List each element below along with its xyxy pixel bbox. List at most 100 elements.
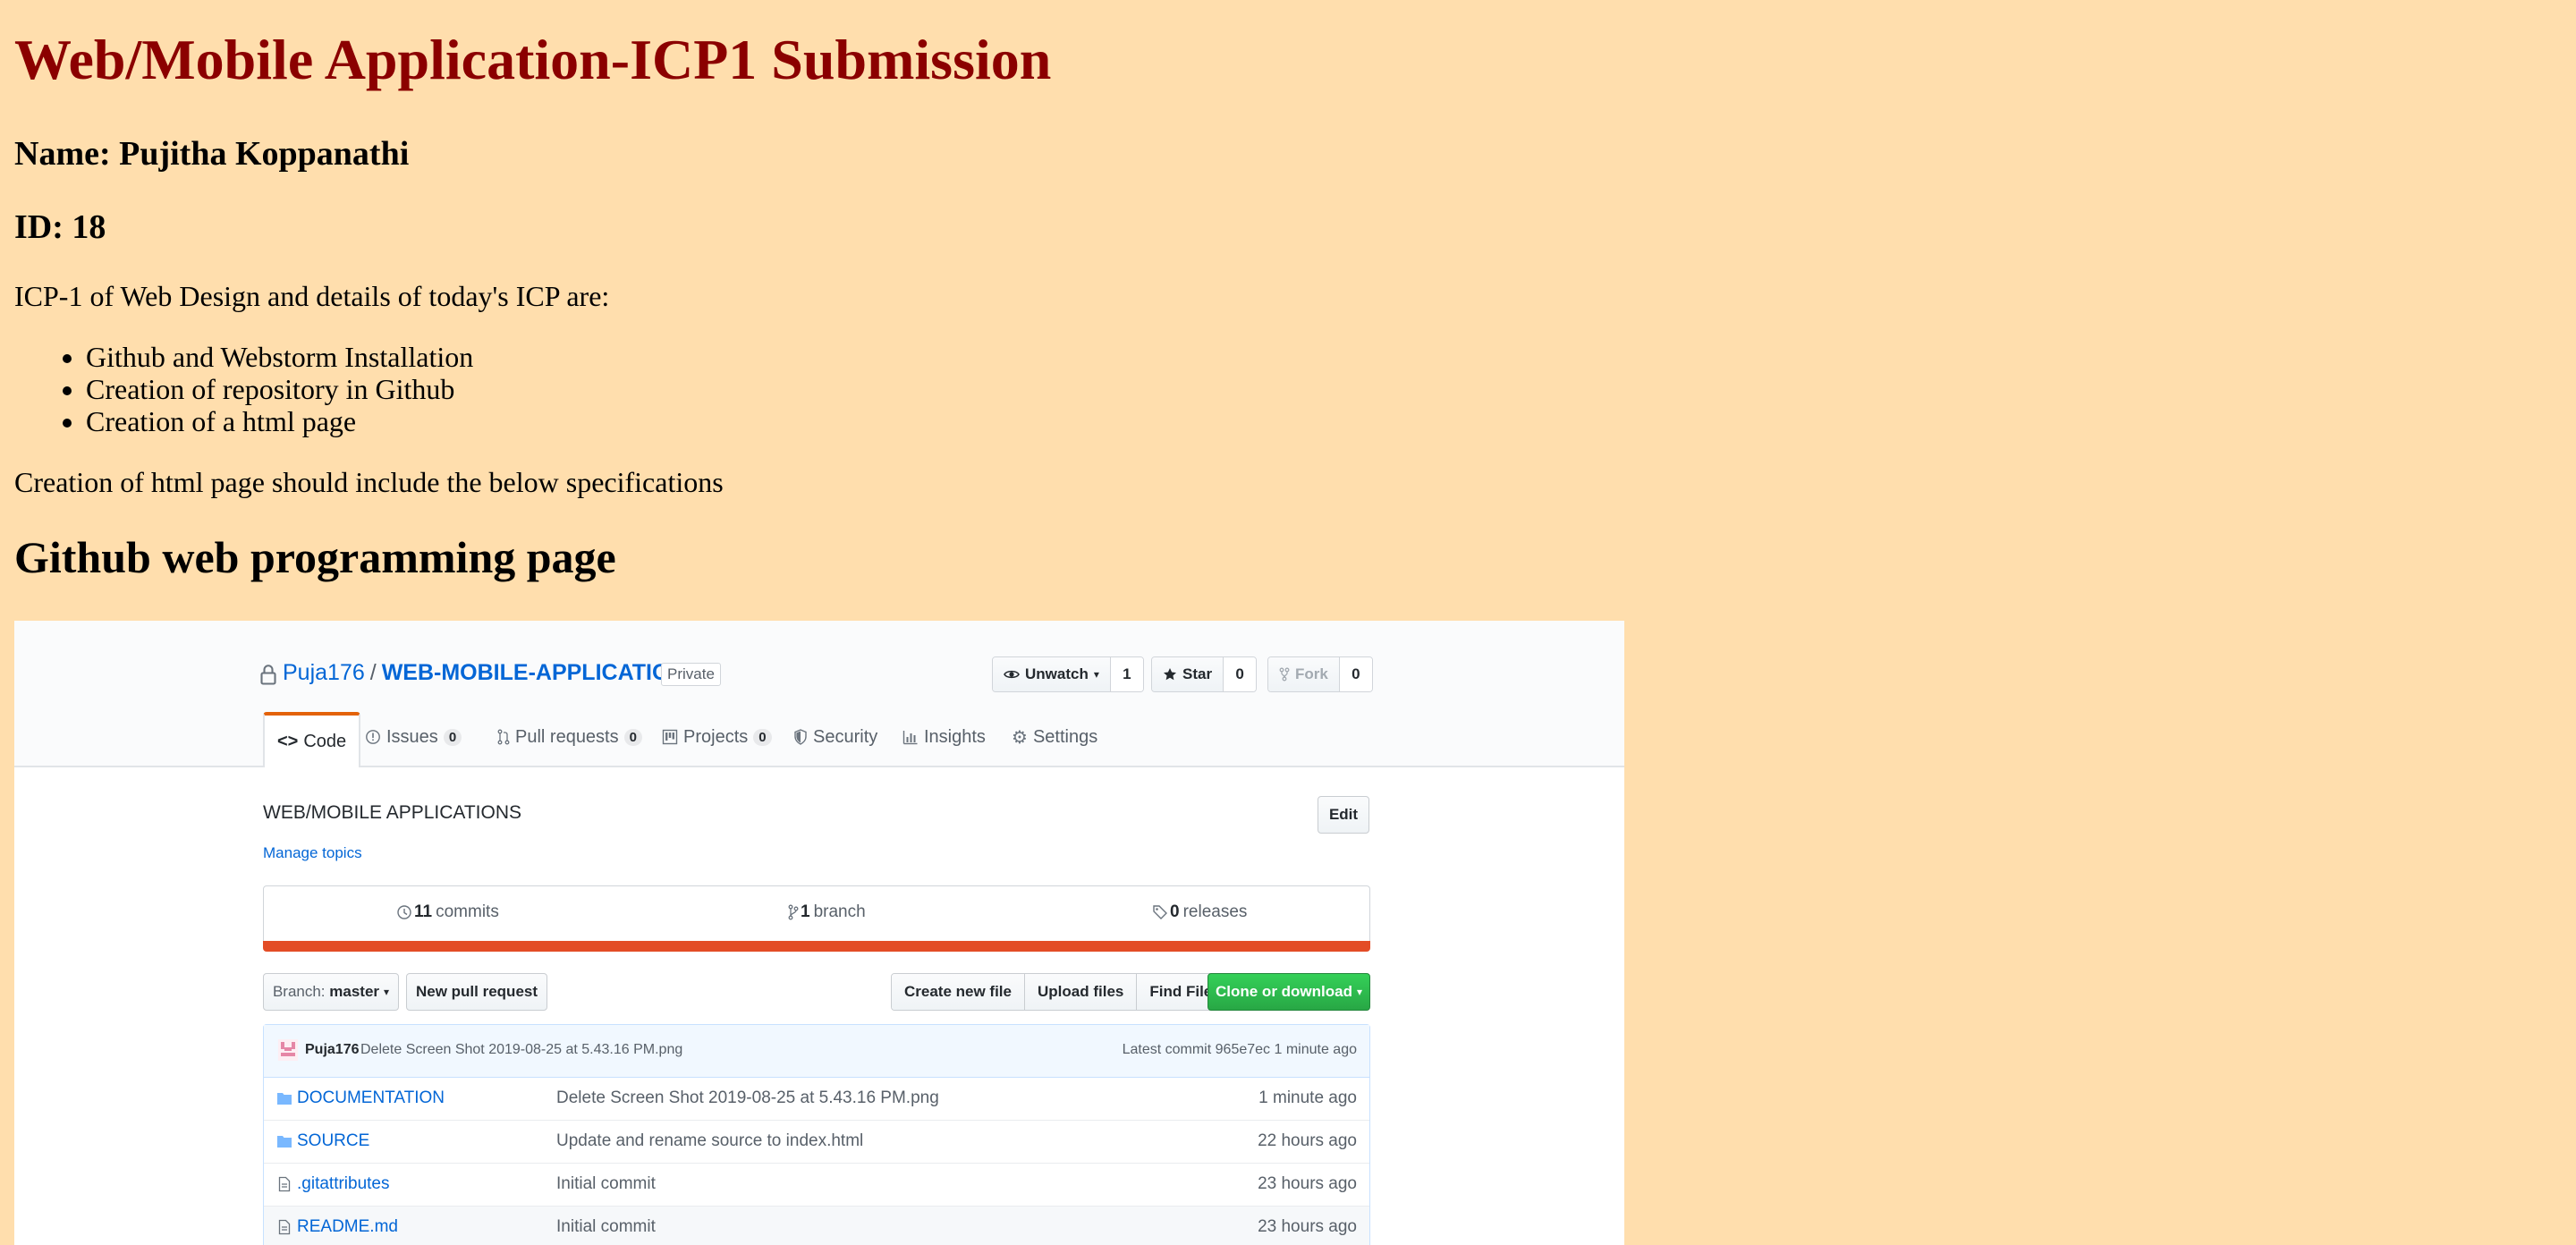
commit-author-link[interactable]: Puja176 <box>305 1042 359 1058</box>
edit-button[interactable]: Edit <box>1318 796 1369 834</box>
code-icon: <> <box>277 731 299 751</box>
fork-count[interactable]: 0 <box>1339 657 1372 691</box>
list-item: Creation of repository in Github <box>86 373 473 405</box>
graph-icon <box>902 731 918 745</box>
language-bar[interactable] <box>263 941 1370 952</box>
tab-settings[interactable]: ⚙ Settings <box>1012 710 1097 764</box>
commits-link[interactable]: 11 commits <box>396 902 499 922</box>
table-row[interactable]: SOURCE Update and rename source to index… <box>264 1121 1369 1164</box>
github-section-heading: Github web programming page <box>14 532 616 582</box>
student-name: Name: Pujitha Koppanathi <box>14 135 410 173</box>
table-row[interactable]: README.md Initial commit 23 hours ago <box>264 1207 1369 1245</box>
table-row[interactable]: DOCUMENTATION Delete Screen Shot 2019-08… <box>264 1078 1369 1121</box>
repo-name-link[interactable]: WEB-MOBILE-APPLICATIONS <box>382 660 700 685</box>
file-actions-group: Create new file Upload files Find File <box>891 973 1226 1011</box>
new-pull-request-button[interactable]: New pull request <box>406 973 547 1011</box>
intro-paragraph: ICP-1 of Web Design and details of today… <box>14 280 610 312</box>
tab-label: Security <box>813 726 878 747</box>
table-row[interactable]: .gitattributes Initial commit 23 hours a… <box>264 1164 1369 1207</box>
file-age: 23 hours ago <box>1258 1217 1357 1236</box>
tab-issues[interactable]: Issues 0 <box>365 710 462 764</box>
branch-icon <box>788 904 799 920</box>
commits-label: commits <box>436 902 499 921</box>
tab-pull-requests[interactable]: Pull requests 0 <box>497 710 642 764</box>
tab-code[interactable]: <> Code <box>263 712 361 767</box>
tab-security[interactable]: Security <box>793 710 877 764</box>
caret-down-icon: ▾ <box>1356 986 1363 998</box>
project-icon <box>662 729 678 745</box>
star-count[interactable]: 0 <box>1224 657 1257 691</box>
tab-label: Pull requests <box>515 726 619 747</box>
repo-owner-link[interactable]: Puja176 <box>283 660 365 685</box>
icp-task-list: Github and Webstorm Installation Creatio… <box>86 341 473 437</box>
tab-label: Projects <box>683 726 749 747</box>
watch-button[interactable]: Unwatch ▾ <box>993 657 1111 691</box>
file-commit-message[interactable]: Update and rename source to index.html <box>556 1131 863 1151</box>
file-icon <box>278 1219 291 1235</box>
repo-summary: 11 commits 1 branch 0 releases <box>263 885 1370 944</box>
github-screenshot: Puja176/WEB-MOBILE-APPLICATIONS Private … <box>14 621 1624 1245</box>
tab-count: 0 <box>443 728 462 746</box>
file-name-link[interactable]: SOURCE <box>297 1131 369 1151</box>
commit-sha-link[interactable]: 965e7ec <box>1216 1042 1270 1057</box>
tab-insights[interactable]: Insights <box>902 710 986 764</box>
tab-count: 0 <box>753 728 772 746</box>
pull-request-icon <box>497 729 510 745</box>
file-name-link[interactable]: README.md <box>297 1217 398 1237</box>
list-item: Creation of a html page <box>86 405 473 437</box>
latest-commit-label: Latest commit <box>1122 1042 1212 1057</box>
branch-selector[interactable]: Branch: master ▾ <box>263 973 399 1011</box>
watch-count[interactable]: 1 <box>1110 657 1143 691</box>
upload-files-button[interactable]: Upload files <box>1025 974 1138 1010</box>
file-age: 1 minute ago <box>1258 1088 1357 1107</box>
specification-paragraph: Creation of html page should include the… <box>14 466 724 498</box>
file-commit-message[interactable]: Initial commit <box>556 1217 656 1237</box>
repo-description: WEB/MOBILE APPLICATIONS <box>263 802 522 823</box>
lock-icon <box>260 665 276 685</box>
avatar[interactable] <box>278 1039 298 1061</box>
releases-link[interactable]: 0 releases <box>1152 902 1247 922</box>
branches-label: branch <box>813 902 866 921</box>
clone-or-download-button[interactable]: Clone or download ▾ <box>1208 973 1370 1011</box>
star-icon <box>1164 668 1176 681</box>
eye-icon <box>1004 670 1020 679</box>
file-commit-message[interactable]: Delete Screen Shot 2019-08-25 at 5.43.16… <box>556 1088 939 1108</box>
tab-label: Insights <box>924 726 986 747</box>
star-label: Star <box>1182 665 1213 682</box>
student-id: ID: 18 <box>14 208 106 246</box>
file-name-link[interactable]: DOCUMENTATION <box>297 1088 445 1108</box>
fork-button[interactable]: Fork <box>1268 657 1340 691</box>
star-button-group[interactable]: Star 0 <box>1151 656 1258 692</box>
tab-projects[interactable]: Projects 0 <box>662 710 772 764</box>
repo-separator: / <box>369 660 377 685</box>
watch-button-group[interactable]: Unwatch ▾ 1 <box>992 656 1144 692</box>
latest-commit-row: Puja176 Delete Screen Shot 2019-08-25 at… <box>264 1025 1369 1078</box>
private-badge: Private <box>661 663 721 686</box>
fork-button-group[interactable]: Fork 0 <box>1267 656 1373 692</box>
gear-icon: ⚙ <box>1012 727 1028 748</box>
file-age: 23 hours ago <box>1258 1174 1357 1193</box>
file-table: Puja176 Delete Screen Shot 2019-08-25 at… <box>263 1024 1370 1245</box>
star-button[interactable]: Star <box>1152 657 1224 691</box>
tab-label: Issues <box>386 726 438 747</box>
clone-label: Clone or download <box>1215 983 1352 1000</box>
branch-label: Branch: <box>272 983 326 1000</box>
issue-icon <box>366 730 380 744</box>
folder-icon <box>277 1136 292 1148</box>
file-name-link[interactable]: .gitattributes <box>297 1174 390 1194</box>
branches-link[interactable]: 1 branch <box>788 902 866 922</box>
branch-name: master <box>329 983 380 1000</box>
file-commit-message[interactable]: Initial commit <box>556 1174 656 1194</box>
releases-count: 0 <box>1170 902 1180 921</box>
create-new-file-button[interactable]: Create new file <box>892 974 1025 1010</box>
latest-commit-info: Latest commit 965e7ec 1 minute ago <box>1123 1042 1357 1058</box>
manage-topics-link[interactable]: Manage topics <box>263 844 362 862</box>
page-title: Web/Mobile Application-ICP1 Submission <box>14 28 1052 91</box>
fork-icon <box>1279 667 1290 682</box>
repo-title: Puja176/WEB-MOBILE-APPLICATIONS <box>283 660 700 686</box>
commit-message-link[interactable]: Delete Screen Shot 2019-08-25 at 5.43.16… <box>360 1042 682 1058</box>
list-item: Github and Webstorm Installation <box>86 341 473 373</box>
fork-label: Fork <box>1295 665 1328 682</box>
branches-count: 1 <box>801 902 810 921</box>
file-icon <box>278 1176 291 1192</box>
